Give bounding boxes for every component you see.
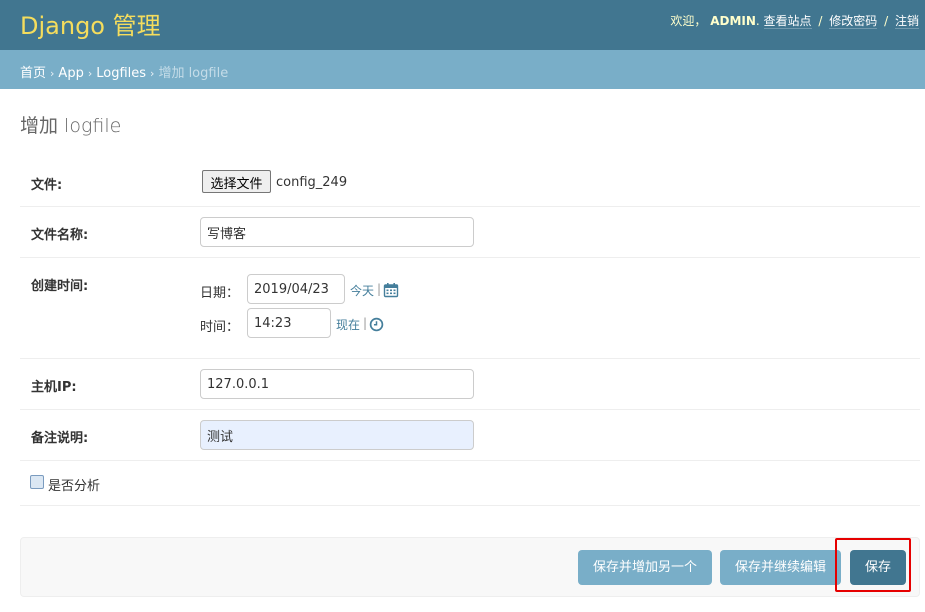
- welcome-text: 欢迎，: [670, 14, 707, 28]
- save-add-another-button[interactable]: 保存并增加另一个: [578, 550, 712, 585]
- form-row-remark: 备注说明:: [20, 410, 920, 461]
- form-row-created: 创建时间: 日期： 今天 | 时间： 现在 |: [20, 258, 920, 359]
- time-input[interactable]: [247, 308, 331, 338]
- site-branding[interactable]: Django 管理: [20, 6, 161, 41]
- form-row-host-ip: 主机IP:: [20, 359, 920, 410]
- separator: /: [884, 14, 889, 28]
- user-tools: 欢迎， ADMIN. 查看站点 / 修改密码 / 注销: [670, 14, 919, 29]
- choose-file-button[interactable]: 选择文件: [202, 170, 271, 193]
- date-label: 日期：: [200, 286, 240, 301]
- breadcrumb-current: 增加 logfile: [158, 66, 229, 81]
- breadcrumb-arrow: ›: [150, 67, 155, 80]
- host-ip-input[interactable]: [200, 369, 474, 399]
- breadcrumb-arrow: ›: [87, 67, 93, 80]
- page-title: 增加 logfile: [20, 115, 122, 137]
- pipe-separator: |: [377, 282, 382, 296]
- date-input[interactable]: [247, 274, 345, 304]
- submit-row: 保存并增加另一个 保存并继续编辑 保存: [20, 537, 920, 597]
- form-row-file: 文件: 选择文件 config_249: [20, 157, 920, 207]
- chosen-file-name: config_249: [276, 175, 348, 190]
- today-link[interactable]: 今天: [350, 282, 374, 299]
- username: ADMIN: [710, 14, 756, 28]
- now-link[interactable]: 现在: [336, 316, 360, 333]
- form-row-file-name: 文件名称:: [20, 207, 920, 258]
- separator: /: [818, 14, 823, 28]
- file-label: 文件:: [31, 178, 63, 193]
- created-label: 创建时间:: [31, 279, 89, 294]
- clock-icon[interactable]: [369, 317, 384, 336]
- breadcrumb-home[interactable]: 首页: [20, 66, 46, 81]
- breadcrumb: 首页 › App › Logfiles › 增加 logfile: [0, 50, 925, 89]
- form-row-analyzed: 是否分析: [20, 461, 920, 506]
- header-bar: Django 管理 欢迎， ADMIN. 查看站点 / 修改密码 / 注销: [0, 0, 925, 50]
- breadcrumb-app[interactable]: App: [58, 66, 83, 81]
- logout-link[interactable]: 注销: [894, 14, 919, 29]
- analyzed-label[interactable]: 是否分析: [48, 475, 100, 494]
- remark-input[interactable]: [200, 420, 474, 450]
- breadcrumb-arrow: ›: [50, 67, 55, 80]
- file-name-input[interactable]: [200, 217, 474, 247]
- pipe-separator: |: [363, 316, 368, 330]
- file-name-label: 文件名称:: [31, 228, 89, 243]
- analyzed-checkbox[interactable]: [30, 475, 44, 489]
- host-ip-label: 主机IP:: [31, 380, 77, 395]
- change-password-link[interactable]: 修改密码: [829, 14, 878, 29]
- time-label: 时间：: [200, 320, 240, 335]
- breadcrumb-model[interactable]: Logfiles: [96, 66, 146, 81]
- remark-label: 备注说明:: [31, 431, 89, 446]
- view-site-link[interactable]: 查看站点: [763, 14, 812, 29]
- calendar-icon[interactable]: [383, 282, 399, 302]
- save-button[interactable]: 保存: [850, 550, 906, 585]
- save-continue-button[interactable]: 保存并继续编辑: [720, 550, 841, 585]
